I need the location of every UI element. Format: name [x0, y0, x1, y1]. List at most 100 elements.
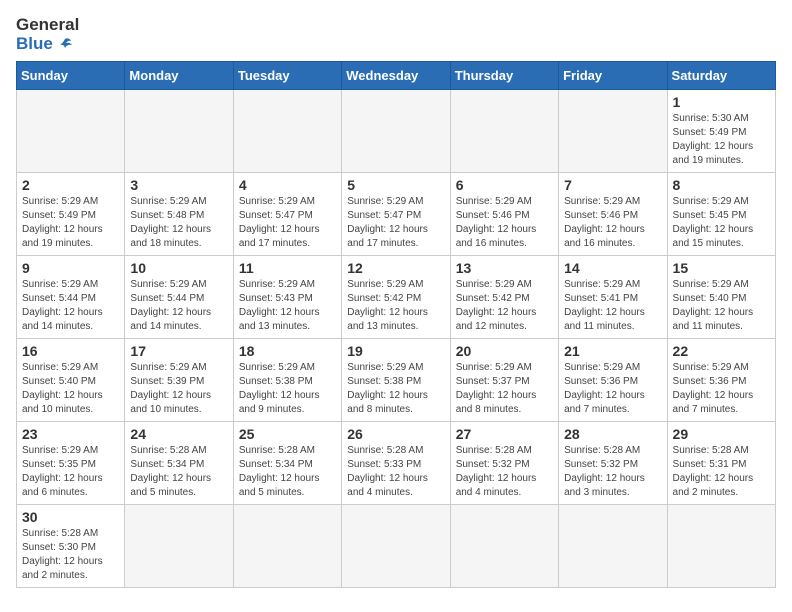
day-number: 17	[130, 343, 227, 359]
day-cell: 8 Sunrise: 5:29 AM Sunset: 5:45 PM Daylig…	[667, 173, 775, 256]
empty-day-cell	[450, 90, 558, 173]
calendar-week-row: 2Sunrise: 5:29 AM Sunset: 5:49 PM Daylig…	[17, 173, 776, 256]
calendar-week-row: 1 Sunrise: 5:30 AM Sunset: 5:49 PM Daylig…	[17, 90, 776, 173]
day-number: 5	[347, 177, 444, 193]
logo-text: General Blue	[16, 16, 79, 53]
day-cell: 15 Sunrise: 5:29 AM Sunset: 5:40 PM Dayli…	[667, 256, 775, 339]
day-number: 7	[564, 177, 661, 193]
day-number: 15	[673, 260, 770, 276]
day-info: Sunrise: 5:29 AM Sunset: 5:36 PM Dayligh…	[564, 361, 661, 417]
day-info: Sunrise: 5:29 AM Sunset: 5:48 PM Dayligh…	[130, 195, 227, 251]
day-number: 24	[130, 426, 227, 442]
day-info: Sunrise: 5:29 AM Sunset: 5:42 PM Dayligh…	[456, 278, 553, 334]
day-info: Sunrise: 5:28 AM Sunset: 5:33 PM Dayligh…	[347, 444, 444, 500]
day-cell: 27 Sunrise: 5:28 AM Sunset: 5:32 PM Dayli…	[450, 422, 558, 505]
calendar-table: SundayMondayTuesdayWednesdayThursdayFrid…	[16, 61, 776, 588]
day-info: Sunrise: 5:28 AM Sunset: 5:34 PM Dayligh…	[239, 444, 336, 500]
day-cell: 10 Sunrise: 5:29 AM Sunset: 5:44 PM Dayli…	[125, 256, 233, 339]
day-info: Sunrise: 5:30 AM Sunset: 5:49 PM Dayligh…	[673, 112, 770, 168]
day-number: 21	[564, 343, 661, 359]
day-info: Sunrise: 5:29 AM Sunset: 5:47 PM Dayligh…	[347, 195, 444, 251]
calendar-week-row: 9 Sunrise: 5:29 AM Sunset: 5:44 PM Daylig…	[17, 256, 776, 339]
day-number: 23	[22, 426, 119, 442]
day-info: Sunrise: 5:29 AM Sunset: 5:42 PM Dayligh…	[347, 278, 444, 334]
day-info: Sunrise: 5:29 AM Sunset: 5:40 PM Dayligh…	[22, 361, 119, 417]
weekday-header-friday: Friday	[559, 62, 667, 90]
day-number: 1	[673, 94, 770, 110]
logo-bird-icon	[55, 35, 73, 53]
day-number: 14	[564, 260, 661, 276]
day-info: Sunrise: 5:29 AM Sunset: 5:43 PM Dayligh…	[239, 278, 336, 334]
day-cell: 30 Sunrise: 5:28 AM Sunset: 5:30 PM Dayli…	[17, 505, 125, 588]
day-number: 16	[22, 343, 119, 359]
day-info: Sunrise: 5:29 AM Sunset: 5:38 PM Dayligh…	[347, 361, 444, 417]
day-number: 2	[22, 177, 119, 193]
day-cell: 11 Sunrise: 5:29 AM Sunset: 5:43 PM Dayli…	[233, 256, 341, 339]
weekday-header-saturday: Saturday	[667, 62, 775, 90]
weekday-header-wednesday: Wednesday	[342, 62, 450, 90]
calendar-week-row: 23 Sunrise: 5:29 AM Sunset: 5:35 PM Dayli…	[17, 422, 776, 505]
weekday-header-monday: Monday	[125, 62, 233, 90]
day-cell: 28Sunrise: 5:28 AM Sunset: 5:32 PM Dayli…	[559, 422, 667, 505]
day-cell: 29Sunrise: 5:28 AM Sunset: 5:31 PM Dayli…	[667, 422, 775, 505]
day-info: Sunrise: 5:29 AM Sunset: 5:46 PM Dayligh…	[564, 195, 661, 251]
empty-day-cell	[667, 505, 775, 588]
day-cell: 4Sunrise: 5:29 AM Sunset: 5:47 PM Daylig…	[233, 173, 341, 256]
day-number: 26	[347, 426, 444, 442]
empty-day-cell	[233, 90, 341, 173]
empty-day-cell	[125, 90, 233, 173]
day-cell: 9 Sunrise: 5:29 AM Sunset: 5:44 PM Daylig…	[17, 256, 125, 339]
day-info: Sunrise: 5:29 AM Sunset: 5:39 PM Dayligh…	[130, 361, 227, 417]
day-cell: 24Sunrise: 5:28 AM Sunset: 5:34 PM Dayli…	[125, 422, 233, 505]
empty-day-cell	[125, 505, 233, 588]
day-info: Sunrise: 5:29 AM Sunset: 5:45 PM Dayligh…	[673, 195, 770, 251]
day-cell: 12 Sunrise: 5:29 AM Sunset: 5:42 PM Dayli…	[342, 256, 450, 339]
calendar-week-row: 16 Sunrise: 5:29 AM Sunset: 5:40 PM Dayli…	[17, 339, 776, 422]
weekday-header-sunday: Sunday	[17, 62, 125, 90]
day-number: 12	[347, 260, 444, 276]
empty-day-cell	[559, 90, 667, 173]
day-info: Sunrise: 5:29 AM Sunset: 5:36 PM Dayligh…	[673, 361, 770, 417]
day-info: Sunrise: 5:29 AM Sunset: 5:44 PM Dayligh…	[130, 278, 227, 334]
empty-day-cell	[342, 90, 450, 173]
day-number: 30	[22, 509, 119, 525]
day-cell: 18 Sunrise: 5:29 AM Sunset: 5:38 PM Dayli…	[233, 339, 341, 422]
day-cell: 23 Sunrise: 5:29 AM Sunset: 5:35 PM Dayli…	[17, 422, 125, 505]
day-info: Sunrise: 5:29 AM Sunset: 5:38 PM Dayligh…	[239, 361, 336, 417]
weekday-header-thursday: Thursday	[450, 62, 558, 90]
day-number: 20	[456, 343, 553, 359]
day-number: 27	[456, 426, 553, 442]
day-number: 19	[347, 343, 444, 359]
day-info: Sunrise: 5:29 AM Sunset: 5:35 PM Dayligh…	[22, 444, 119, 500]
day-info: Sunrise: 5:29 AM Sunset: 5:44 PM Dayligh…	[22, 278, 119, 334]
day-info: Sunrise: 5:28 AM Sunset: 5:30 PM Dayligh…	[22, 527, 119, 583]
day-number: 28	[564, 426, 661, 442]
weekday-header-row: SundayMondayTuesdayWednesdayThursdayFrid…	[17, 62, 776, 90]
day-cell: 17 Sunrise: 5:29 AM Sunset: 5:39 PM Dayli…	[125, 339, 233, 422]
day-cell: 25Sunrise: 5:28 AM Sunset: 5:34 PM Dayli…	[233, 422, 341, 505]
day-number: 11	[239, 260, 336, 276]
day-number: 10	[130, 260, 227, 276]
day-number: 6	[456, 177, 553, 193]
day-cell: 2Sunrise: 5:29 AM Sunset: 5:49 PM Daylig…	[17, 173, 125, 256]
day-number: 18	[239, 343, 336, 359]
day-info: Sunrise: 5:29 AM Sunset: 5:47 PM Dayligh…	[239, 195, 336, 251]
day-cell: 21 Sunrise: 5:29 AM Sunset: 5:36 PM Dayli…	[559, 339, 667, 422]
day-number: 8	[673, 177, 770, 193]
day-cell: 5 Sunrise: 5:29 AM Sunset: 5:47 PM Daylig…	[342, 173, 450, 256]
day-info: Sunrise: 5:28 AM Sunset: 5:32 PM Dayligh…	[456, 444, 553, 500]
day-cell: 7 Sunrise: 5:29 AM Sunset: 5:46 PM Daylig…	[559, 173, 667, 256]
day-number: 9	[22, 260, 119, 276]
day-cell: 19 Sunrise: 5:29 AM Sunset: 5:38 PM Dayli…	[342, 339, 450, 422]
day-cell: 26 Sunrise: 5:28 AM Sunset: 5:33 PM Dayli…	[342, 422, 450, 505]
day-info: Sunrise: 5:29 AM Sunset: 5:40 PM Dayligh…	[673, 278, 770, 334]
day-number: 3	[130, 177, 227, 193]
day-number: 13	[456, 260, 553, 276]
weekday-header-tuesday: Tuesday	[233, 62, 341, 90]
header: General Blue	[16, 16, 776, 53]
day-cell: 13 Sunrise: 5:29 AM Sunset: 5:42 PM Dayli…	[450, 256, 558, 339]
day-cell: 20Sunrise: 5:29 AM Sunset: 5:37 PM Dayli…	[450, 339, 558, 422]
empty-day-cell	[342, 505, 450, 588]
day-cell: 16 Sunrise: 5:29 AM Sunset: 5:40 PM Dayli…	[17, 339, 125, 422]
empty-day-cell	[450, 505, 558, 588]
